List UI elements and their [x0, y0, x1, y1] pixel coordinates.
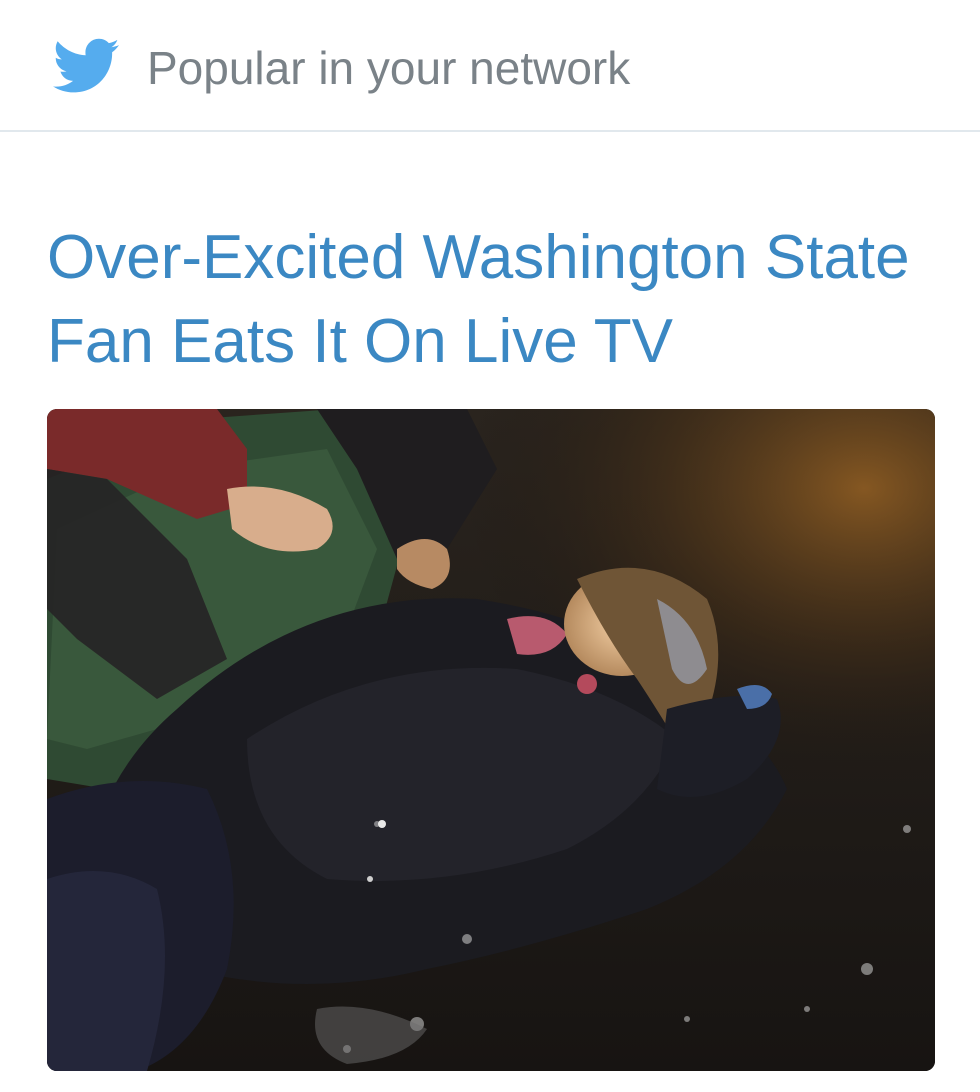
video-still-image	[47, 409, 935, 1071]
popular-tweet-card: Popular in your network Over-Excited Was…	[0, 0, 980, 1092]
article-headline-link[interactable]: Over-Excited Washington State Fan Eats I…	[47, 216, 947, 384]
video-thumbnail[interactable]	[47, 409, 935, 1071]
card-header: Popular in your network	[0, 0, 980, 132]
twitter-bird-icon	[53, 38, 119, 93]
popular-in-network-label: Popular in your network	[147, 42, 631, 94]
